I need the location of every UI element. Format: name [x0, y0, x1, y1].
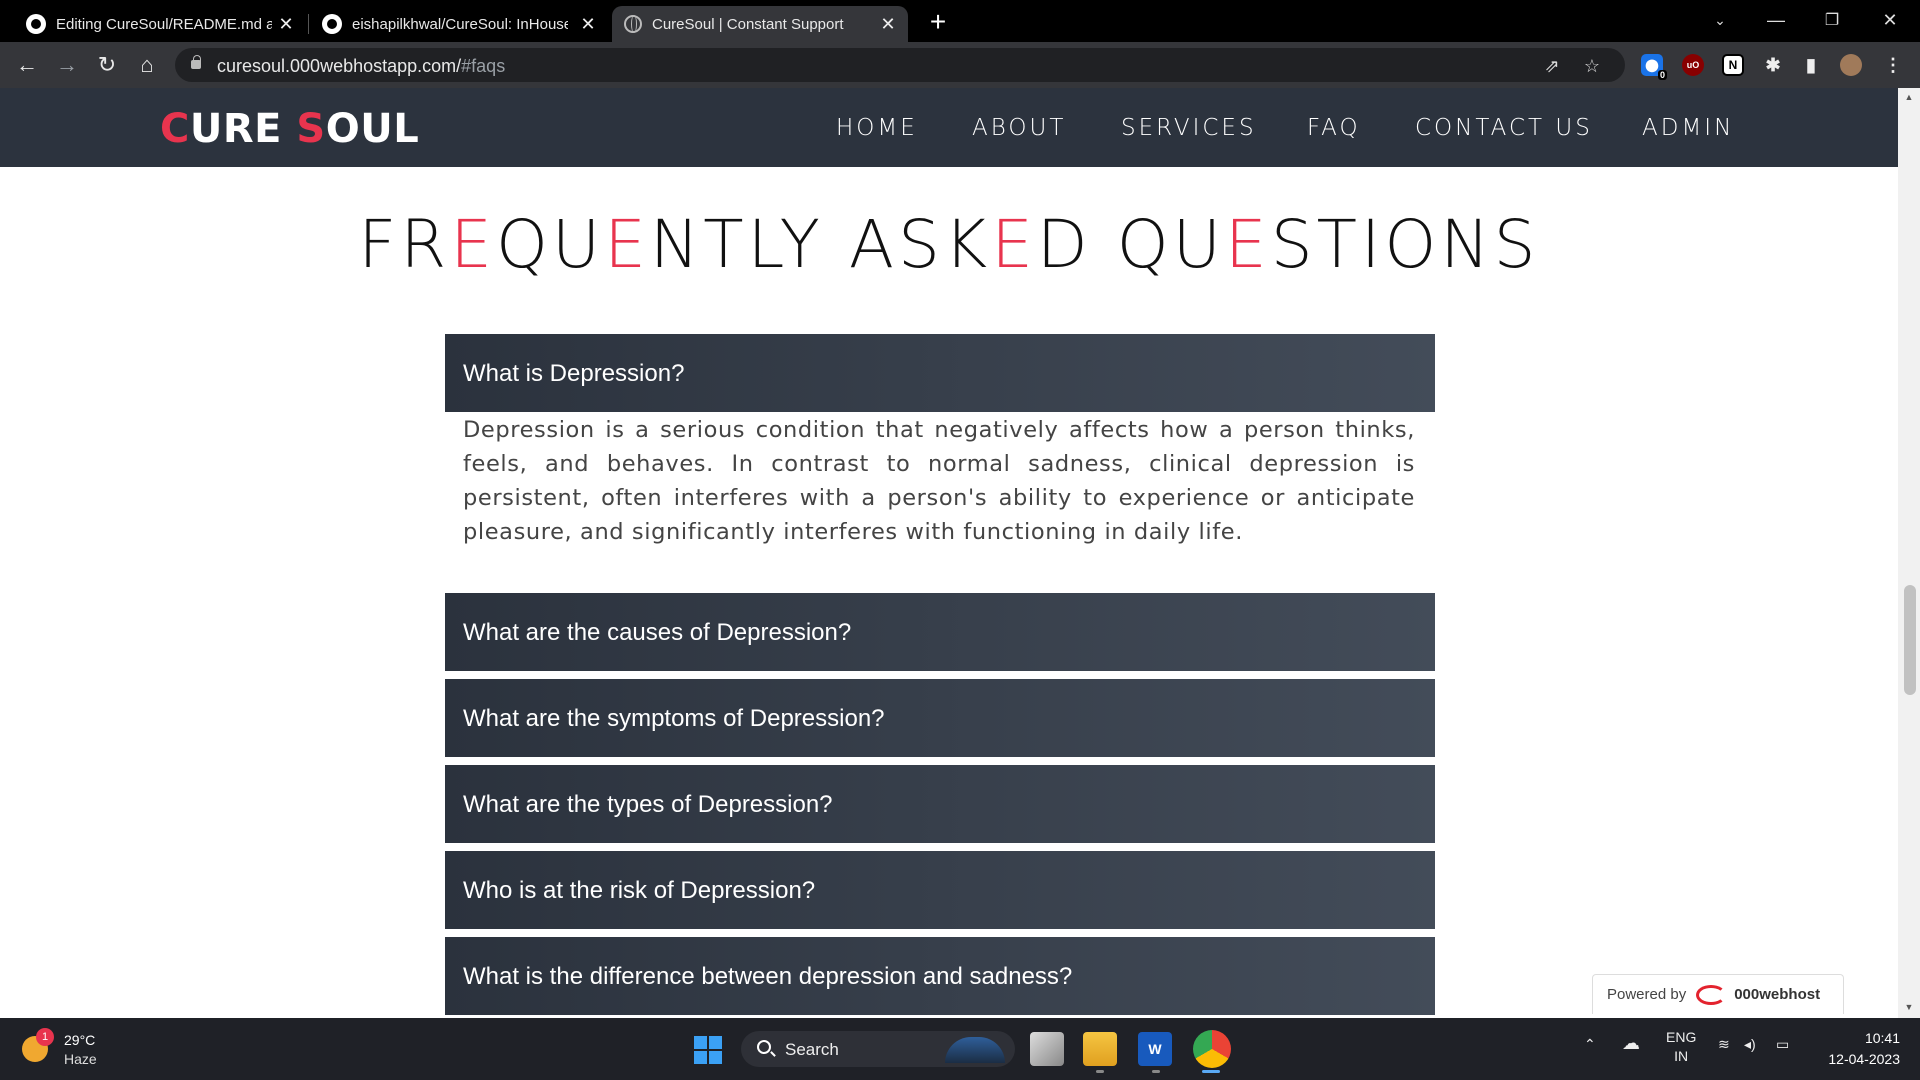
taskbar-search[interactable]: Search: [741, 1031, 1015, 1067]
word-icon[interactable]: W: [1138, 1032, 1172, 1066]
browser-tab-strip: Editing CureSoul/README.md at ✕ eishapil…: [0, 0, 1920, 42]
reload-icon[interactable]: ↻: [92, 50, 122, 80]
weather-temperature: 29°C: [64, 1032, 96, 1048]
github-icon: [322, 14, 342, 34]
running-indicator: [1152, 1070, 1160, 1073]
tab-separator: [308, 14, 309, 34]
close-window-icon[interactable]: ✕: [1870, 4, 1910, 36]
battery-icon[interactable]: ▭: [1776, 1036, 1789, 1053]
restore-icon[interactable]: ❐: [1812, 4, 1852, 36]
faq-question-risk[interactable]: Who is at the risk of Depression?: [445, 851, 1435, 929]
minimize-icon[interactable]: —: [1756, 4, 1796, 36]
back-icon[interactable]: ←: [12, 50, 42, 80]
chrome-icon[interactable]: [1193, 1030, 1231, 1068]
nav-faq[interactable]: FAQ: [1307, 115, 1361, 141]
windows-start-icon[interactable]: [694, 1036, 722, 1064]
github-icon: [26, 14, 46, 34]
globe-icon: [624, 15, 642, 33]
extensions-puzzle-icon[interactable]: ✱: [1762, 54, 1784, 76]
page-scrollbar[interactable]: ▲ ▼: [1898, 88, 1920, 1018]
language-indicator[interactable]: ENG IN: [1666, 1028, 1696, 1066]
forward-icon[interactable]: →: [52, 50, 82, 80]
scroll-thumb[interactable]: [1904, 585, 1916, 695]
faq-question-what-is-depression[interactable]: What is Depression?: [445, 334, 1435, 412]
site-header: CURE SOUL HOME ABOUT SERVICES FAQ CONTAC…: [0, 88, 1898, 167]
profile-avatar[interactable]: [1840, 54, 1862, 76]
faq-question-symptoms[interactable]: What are the symptoms of Depression?: [445, 679, 1435, 757]
tab-github-repo[interactable]: eishapilkhwal/CureSoul: InHouse ✕: [310, 6, 608, 42]
close-tab-icon[interactable]: ✕: [578, 14, 598, 34]
close-tab-icon[interactable]: ✕: [276, 14, 296, 34]
tab-title: Editing CureSoul/README.md at: [56, 15, 272, 33]
taskbar-clock[interactable]: 10:41 12-04-2023: [1810, 1028, 1900, 1070]
faq-page-title: FREQUENTLY ASKED QUESTIONS: [358, 206, 1540, 283]
nav-contact-us[interactable]: CONTACT US: [1415, 115, 1593, 141]
nav-admin[interactable]: ADMIN: [1642, 115, 1734, 141]
notion-icon[interactable]: N: [1722, 54, 1744, 76]
lock-icon: [191, 55, 201, 69]
scroll-down-arrow-icon[interactable]: ▼: [1904, 1002, 1914, 1012]
tab-readme[interactable]: Editing CureSoul/README.md at ✕: [14, 6, 306, 42]
tray-overflow-chevron-icon[interactable]: ⌃: [1584, 1036, 1596, 1053]
url-text: curesoul.000webhostapp.com/#faqs: [217, 56, 506, 76]
faq-question-types[interactable]: What are the types of Depression?: [445, 765, 1435, 843]
taskbar-search-label: Search: [785, 1040, 839, 1059]
faq-question-difference[interactable]: What is the difference between depressio…: [445, 937, 1435, 1015]
nav-home[interactable]: HOME: [836, 115, 918, 141]
nav-services[interactable]: SERVICES: [1121, 115, 1257, 141]
tab-curesoul[interactable]: CureSoul | Constant Support ✕: [612, 6, 908, 42]
powered-by-brand: 000webhost: [1734, 986, 1821, 1003]
menu-kebab-icon[interactable]: ⋮: [1882, 54, 1904, 76]
file-explorer-icon[interactable]: [1083, 1032, 1117, 1066]
running-indicator: [1096, 1070, 1104, 1073]
volume-icon[interactable]: ◂): [1744, 1036, 1756, 1053]
tab-title: CureSoul | Constant Support: [652, 15, 844, 33]
powered-by-badge[interactable]: Powered by 000webhost: [1592, 974, 1844, 1014]
search-highlight-image: [945, 1037, 1005, 1063]
new-tab-button[interactable]: +: [922, 6, 954, 38]
browser-toolbar: ← → ↻ ⌂ curesoul.000webhostapp.com/#faqs…: [0, 42, 1920, 88]
weather-badge: 1: [36, 1028, 54, 1046]
home-icon[interactable]: ⌂: [132, 50, 162, 80]
windows-taskbar: 1 29°C Haze Search W ⌃ ☁ ENG IN ≋ ◂) ▭ 10…: [0, 1018, 1920, 1080]
page-viewport: CURE SOUL HOME ABOUT SERVICES FAQ CONTAC…: [0, 88, 1898, 1018]
powered-by-label: Powered by: [1607, 986, 1687, 1003]
site-logo[interactable]: CURE SOUL: [160, 106, 419, 152]
close-tab-icon[interactable]: ✕: [878, 14, 898, 34]
share-icon[interactable]: ⇗: [1541, 55, 1563, 77]
task-view-icon[interactable]: [1030, 1032, 1064, 1066]
weather-condition: Haze: [64, 1051, 97, 1067]
onedrive-cloud-icon[interactable]: ☁: [1622, 1033, 1640, 1054]
faq-answer: Depression is a serious condition that n…: [463, 417, 1415, 545]
scroll-up-arrow-icon[interactable]: ▲: [1904, 92, 1914, 102]
address-bar[interactable]: curesoul.000webhostapp.com/#faqs ⇗ ☆: [175, 48, 1625, 82]
side-panel-icon[interactable]: ▮: [1800, 54, 1822, 76]
bookmark-star-icon[interactable]: ☆: [1581, 55, 1603, 77]
wifi-icon[interactable]: ≋: [1718, 1036, 1730, 1053]
ublock-icon[interactable]: uO: [1682, 54, 1704, 76]
faq-question-causes[interactable]: What are the causes of Depression?: [445, 593, 1435, 671]
active-indicator: [1202, 1070, 1220, 1073]
000webhost-logo-icon: [1696, 984, 1727, 1005]
tab-title: eishapilkhwal/CureSoul: InHouse: [352, 15, 568, 33]
search-icon: [757, 1040, 771, 1054]
nav-about[interactable]: ABOUT: [972, 115, 1066, 141]
extension-icon[interactable]: ⬤ 0: [1641, 54, 1667, 80]
tab-search-chevron-icon[interactable]: ⌄: [1700, 4, 1740, 36]
